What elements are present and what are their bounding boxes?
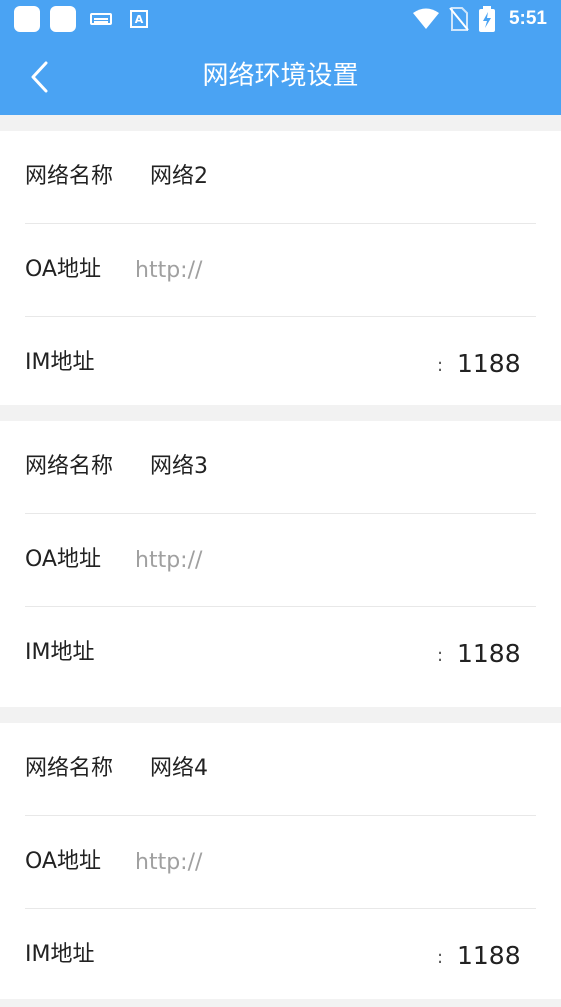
port-separator: : xyxy=(437,355,444,376)
network-name-value: 网络2 xyxy=(150,164,208,189)
oa-address-label: OA地址 xyxy=(25,547,101,572)
im-address-input[interactable] xyxy=(135,341,425,385)
network-card: 网络名称 网络2 OA地址 IM地址 : xyxy=(0,131,561,405)
im-address-label: IM地址 xyxy=(25,640,95,665)
network-name-value: 网络4 xyxy=(150,756,208,781)
port-separator: : xyxy=(437,645,444,666)
network-name-label: 网络名称 xyxy=(25,164,114,189)
no-sim-icon xyxy=(449,7,469,31)
page-title: 网络环境设置 xyxy=(202,61,359,91)
a-badge-letter: A xyxy=(134,12,144,26)
oa-address-input[interactable] xyxy=(135,538,525,582)
status-bar-right: 5:51 xyxy=(412,6,547,32)
oa-address-row: OA地址 xyxy=(25,514,536,607)
im-address-input[interactable] xyxy=(135,933,425,977)
battery-charging-icon xyxy=(478,6,495,32)
im-address-row: IM地址 : xyxy=(25,607,537,699)
im-address-label: IM地址 xyxy=(25,942,95,967)
a-badge-icon: A xyxy=(130,10,148,28)
oa-address-row: OA地址 xyxy=(25,816,536,909)
oa-address-input[interactable] xyxy=(135,840,525,884)
network-name-label: 网络名称 xyxy=(25,454,114,479)
network-name-row: 网络名称 网络4 xyxy=(25,723,536,816)
oa-address-input[interactable] xyxy=(135,248,525,292)
im-port-input[interactable] xyxy=(457,341,537,385)
status-time: 5:51 xyxy=(508,8,547,29)
network-name-row: 网络名称 网络3 xyxy=(25,421,536,514)
im-port-input[interactable] xyxy=(457,933,537,977)
im-address-label: IM地址 xyxy=(25,350,95,375)
network-name-row: 网络名称 网络2 xyxy=(25,131,536,224)
status-bar: A 5:51 xyxy=(0,0,561,38)
network-name-value: 网络3 xyxy=(150,454,208,479)
im-address-row: IM地址 : xyxy=(25,909,537,1001)
network-name-label: 网络名称 xyxy=(25,756,114,781)
im-address-input[interactable] xyxy=(135,631,425,675)
app-bar: 网络环境设置 xyxy=(0,38,561,115)
oa-address-label: OA地址 xyxy=(25,849,101,874)
square-icon xyxy=(14,6,40,32)
im-port-input[interactable] xyxy=(457,631,537,675)
status-bar-left: A xyxy=(14,6,148,32)
wifi-icon xyxy=(412,8,439,29)
square-icon xyxy=(50,6,76,32)
network-card: 网络名称 网络4 OA地址 IM地址 : xyxy=(0,723,561,999)
keyboard-icon xyxy=(90,13,112,25)
network-card: 网络名称 网络3 OA地址 IM地址 : xyxy=(0,421,561,707)
im-address-row: IM地址 : xyxy=(25,317,537,409)
oa-address-label: OA地址 xyxy=(25,257,101,282)
oa-address-row: OA地址 xyxy=(25,224,536,317)
port-separator: : xyxy=(437,947,444,968)
